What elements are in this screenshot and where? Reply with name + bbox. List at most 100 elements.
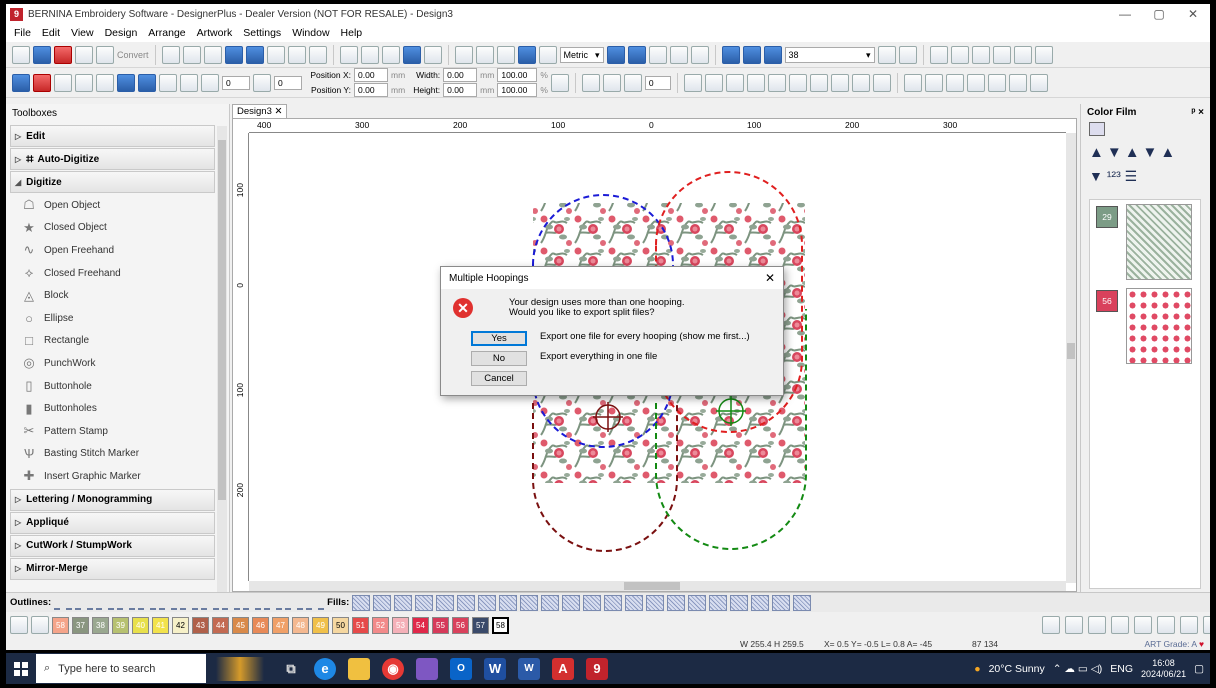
settings-tool-icon[interactable]: [1029, 73, 1048, 92]
dialog-close-icon[interactable]: ✕: [765, 271, 775, 285]
chrome-icon[interactable]: ◉: [382, 657, 404, 680]
acrobat-icon[interactable]: A: [552, 657, 574, 680]
travel-forward-icon[interactable]: [971, 45, 990, 64]
palette-color-swatch[interactable]: 47: [272, 616, 289, 634]
tool-buttonhole[interactable]: ▯ Buttonhole: [16, 375, 229, 398]
travel-select-icon[interactable]: [929, 45, 948, 64]
tool-closed-freehand[interactable]: ⟡ Closed Freehand: [16, 262, 229, 285]
section-cutwork[interactable]: ▷ CutWork / StumpWork: [10, 534, 215, 557]
table-icon[interactable]: [924, 73, 943, 92]
width-field[interactable]: 0.00: [443, 68, 478, 82]
stitch-player-icon[interactable]: [454, 45, 473, 64]
hoop-display-icon[interactable]: [648, 45, 667, 64]
palette-color-swatch[interactable]: 44: [212, 616, 229, 634]
film-view-icon[interactable]: [1089, 122, 1105, 136]
taskbar-search[interactable]: ⌕ Type here to search: [36, 654, 206, 683]
zoom-percent-icon[interactable]: [877, 45, 896, 64]
circle-icon[interactable]: [1180, 616, 1198, 634]
zoom-select[interactable]: 38 ▾: [784, 46, 875, 63]
ungroup-icon[interactable]: [96, 73, 114, 92]
artwork-mode-icon[interactable]: [54, 45, 72, 64]
export-machine-icon[interactable]: [287, 45, 306, 64]
menu-edit[interactable]: Edit: [42, 27, 60, 39]
word-doc-icon[interactable]: W: [518, 657, 540, 680]
convert-label[interactable]: Convert: [117, 50, 149, 60]
word-icon[interactable]: W: [484, 657, 506, 680]
fill-stitch-type-icon[interactable]: [667, 594, 686, 611]
sort-arrows-icon[interactable]: ▲▼▲▼▲: [1089, 144, 1178, 161]
tools-icon[interactable]: [538, 45, 557, 64]
outline-stitch-type-icon[interactable]: [180, 596, 199, 610]
palette-color-swatch[interactable]: 37: [72, 616, 89, 634]
motif-icon[interactable]: [830, 73, 849, 92]
fill-stitch-type-icon[interactable]: [688, 594, 707, 611]
language-indicator[interactable]: ENG: [1110, 663, 1133, 675]
palette-color-swatch[interactable]: 58: [492, 616, 509, 634]
outline-stitch-type-icon[interactable]: [96, 596, 115, 610]
fill-stitch-type-icon[interactable]: [730, 594, 749, 611]
menu-design[interactable]: Design: [105, 27, 138, 39]
outline-stitch-type-icon[interactable]: [117, 596, 136, 610]
new-template-icon[interactable]: [182, 45, 201, 64]
scrollbar-thumb[interactable]: [1067, 343, 1075, 359]
remove-icon[interactable]: [1088, 616, 1106, 634]
tool-punchwork[interactable]: ◎ PunchWork: [16, 352, 229, 375]
menu-artwork[interactable]: Artwork: [197, 27, 233, 39]
tool-open-object[interactable]: ☖ Open Object: [16, 194, 229, 217]
paste-icon[interactable]: [381, 45, 400, 64]
fill-stitch-type-icon[interactable]: [604, 594, 623, 611]
stitch-settings-icon[interactable]: [1034, 45, 1053, 64]
bernina-taskbar-icon[interactable]: 9: [586, 657, 608, 680]
notifications-icon[interactable]: ▢: [1194, 663, 1204, 675]
palette-color-swatch[interactable]: 46: [252, 616, 269, 634]
object-properties-icon[interactable]: [496, 45, 515, 64]
align-left-icon[interactable]: [581, 73, 600, 92]
tool-pattern-stamp[interactable]: ✂ Pattern Stamp: [16, 420, 229, 443]
skew-icon[interactable]: [253, 73, 271, 92]
palette-color-swatch[interactable]: 54: [412, 616, 429, 634]
pan-hand-icon[interactable]: [898, 45, 917, 64]
palette-color-swatch[interactable]: 51: [352, 616, 369, 634]
outline-stitch-type-icon[interactable]: [159, 596, 178, 610]
fill-stitch-type-icon[interactable]: [415, 594, 434, 611]
menu-window[interactable]: Window: [292, 27, 329, 39]
maximize-icon[interactable]: ▢: [1142, 7, 1176, 21]
file-explorer-icon[interactable]: [348, 657, 370, 680]
fill-stitch-type-icon[interactable]: [373, 594, 392, 611]
palette-color-swatch[interactable]: 45: [232, 616, 249, 634]
scrollbar-thumb[interactable]: [624, 582, 680, 590]
home-icon[interactable]: [12, 45, 30, 64]
wand-icon[interactable]: [96, 45, 114, 64]
new-file-icon[interactable]: [161, 45, 180, 64]
minimize-icon[interactable]: —: [1108, 7, 1142, 21]
group-icon[interactable]: [75, 73, 93, 92]
outline-stitch-type-icon[interactable]: [243, 596, 262, 610]
toolbox-scrollbar[interactable]: [217, 126, 227, 592]
fill-stitch-type-icon[interactable]: [709, 594, 728, 611]
round-icon[interactable]: [1157, 616, 1175, 634]
scatter-icon[interactable]: [725, 73, 744, 92]
grid-view-icon[interactable]: [475, 45, 494, 64]
fill-stitch-type-icon[interactable]: [583, 594, 602, 611]
film-color-swatch[interactable]: 56: [1096, 290, 1118, 312]
color-film-list[interactable]: 29 56: [1089, 199, 1201, 589]
task-view-icon[interactable]: ⧉: [280, 658, 302, 680]
fill-stitch-type-icon[interactable]: [562, 594, 581, 611]
palette-color-swatch[interactable]: 40: [132, 616, 149, 634]
canvas-hscrollbar[interactable]: [249, 581, 1066, 591]
scrollbar-thumb[interactable]: [218, 140, 226, 500]
palette-color-swatch[interactable]: 41: [152, 616, 169, 634]
close-tab-icon[interactable]: ✕: [275, 106, 283, 117]
palette-color-swatch[interactable]: 56: [452, 616, 469, 634]
fill-stitch-type-icon[interactable]: [751, 594, 770, 611]
frame-icon[interactable]: [903, 73, 922, 92]
palette-color-swatch[interactable]: 57: [472, 616, 489, 634]
zoom-fit-icon[interactable]: [763, 45, 782, 64]
zoom-out-icon[interactable]: [742, 45, 761, 64]
fill-stitch-type-icon[interactable]: [499, 594, 518, 611]
outline-stitch-type-icon[interactable]: [264, 596, 283, 610]
section-applique[interactable]: ▷ Appliqué: [10, 511, 215, 534]
section-mirror-merge[interactable]: ▷ Mirror-Merge: [10, 557, 215, 580]
palette-color-swatch[interactable]: 43: [192, 616, 209, 634]
hash-icon[interactable]: [945, 73, 964, 92]
